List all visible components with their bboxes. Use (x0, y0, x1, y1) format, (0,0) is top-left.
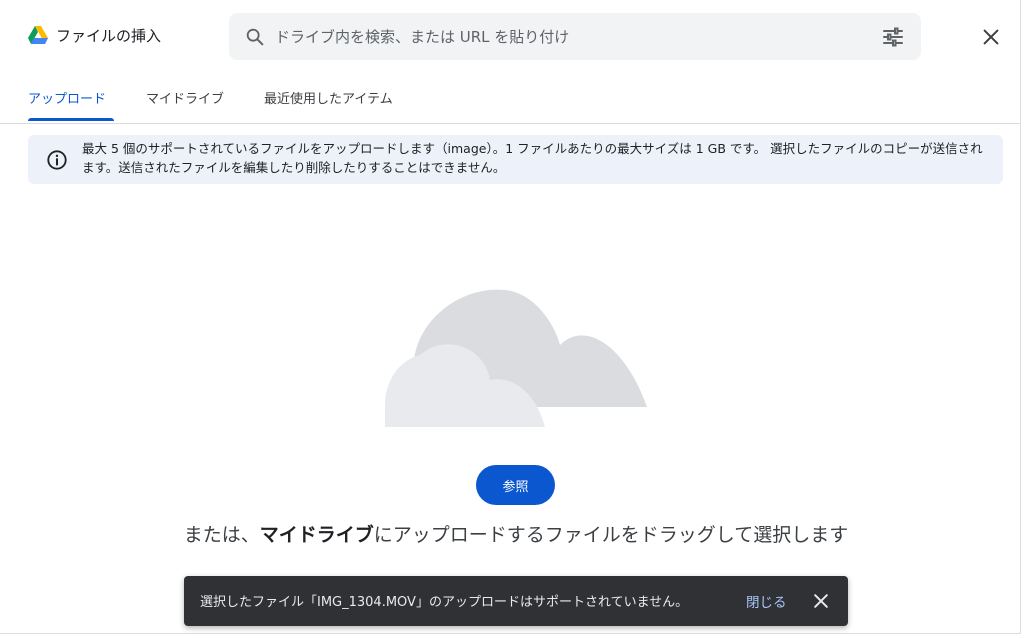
dialog-title: ファイルの挿入 (56, 27, 162, 45)
snackbar-message: 選択したファイル「IMG_1304.MOV」のアップロードはサポートされていませ… (200, 595, 689, 610)
cloud-illustration (385, 289, 647, 427)
drive-logo-icon (28, 26, 48, 44)
notice-text: 最大 5 個のサポートされているファイルをアップロードします（image）。1 … (82, 141, 983, 175)
tab-upload[interactable]: アップロード (28, 88, 106, 107)
search-input[interactable] (275, 13, 865, 60)
filter-icon[interactable] (881, 25, 905, 49)
browse-button[interactable]: 参照 (476, 465, 555, 505)
active-tab-indicator (28, 118, 114, 121)
error-snackbar: 選択したファイル「IMG_1304.MOV」のアップロードはサポートされていませ… (184, 576, 848, 626)
drag-destination: マイドライブ (259, 524, 374, 546)
info-icon (47, 150, 67, 170)
search-icon (246, 28, 264, 46)
drag-prefix: または、 (183, 524, 260, 546)
tab-bar: アップロード マイドライブ 最近使用したアイテム (0, 76, 1021, 124)
tab-recent[interactable]: 最近使用したアイテム (264, 88, 393, 107)
close-icon[interactable] (980, 26, 1002, 48)
snackbar-close-icon[interactable] (811, 591, 831, 611)
search-bar[interactable] (229, 13, 921, 60)
drag-instructions: または、マイドライブにアップロードするファイルをドラッグして選択します (0, 520, 1024, 547)
snackbar-close-button[interactable]: 閉じる (746, 591, 787, 611)
drag-suffix: にアップロードするファイルをドラッグして選択します (373, 524, 849, 546)
dialog-header: ファイルの挿入 (0, 0, 1024, 76)
tab-my-drive[interactable]: マイドライブ (146, 88, 224, 107)
upload-notice: 最大 5 個のサポートされているファイルをアップロードします（image）。1 … (28, 135, 1003, 184)
